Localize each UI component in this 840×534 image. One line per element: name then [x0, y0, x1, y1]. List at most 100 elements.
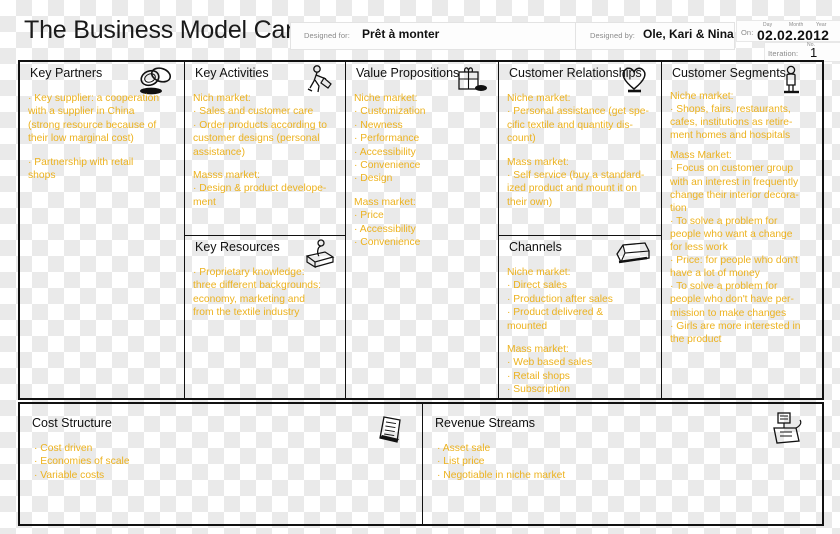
block-body-key-resources: · Proprietary knowledge: three different…: [193, 266, 339, 320]
text-line: people who want a change: [670, 228, 793, 240]
on-label: On:: [741, 28, 754, 37]
block-body-customer-segments: Niche market: · Shops, fairs, restaurant…: [670, 90, 816, 346]
text-line: · Web based sales: [507, 357, 593, 369]
text-line: Mass market:: [354, 196, 416, 208]
block-title-key-resources: Key Resources: [195, 240, 280, 254]
text-line: · Newness: [354, 119, 403, 131]
text-line: cific textile and quantity dis-: [507, 119, 633, 131]
text-line: for less work: [670, 242, 728, 254]
block-body-channels: Niche market: · Direct sales · Productio…: [507, 266, 655, 397]
block-body-key-partners: · Key supplier: a cooperation with a sup…: [28, 92, 178, 182]
block-key-partners[interactable]: Key Partners · Key supplier: a cooperati…: [20, 62, 184, 398]
text-line: · Variable costs: [34, 469, 105, 481]
text-line: · Shops, fairs, restaurants,: [670, 104, 791, 116]
text-line: · Order products according to: [193, 119, 327, 131]
block-customer-relationships[interactable]: Customer Relationships Niche market: · P…: [499, 62, 661, 235]
text-line: · Price: for people who don't: [670, 255, 798, 267]
date-value: 02.02.2012: [757, 27, 830, 43]
text-line: · Accessibility: [354, 146, 416, 158]
designed-for-value: Prêt à monter: [362, 27, 440, 41]
text-line: ment: [193, 196, 216, 208]
block-body-customer-relationships: Niche market: · Personal assistance (get…: [507, 92, 655, 209]
text-line: · Partnership with retail: [28, 156, 134, 168]
invoice-sheet-icon: [368, 412, 410, 444]
block-title-key-partners: Key Partners: [30, 66, 103, 80]
cash-register-icon: [766, 410, 808, 444]
text-line: · Proprietary knowledge:: [193, 267, 305, 278]
text-line: · Product delivered &: [507, 307, 604, 319]
text-line: · To solve a problem for: [670, 281, 778, 293]
text-line: · Convenience: [354, 237, 421, 249]
text-line: · Direct sales: [507, 280, 568, 292]
text-line: have a lot of money: [670, 268, 760, 280]
text-line: mounted: [507, 320, 548, 332]
text-line: · To solve a problem for: [670, 215, 778, 227]
text-line: · Accessibility: [354, 223, 416, 235]
iteration-label: Iteration:: [768, 49, 799, 58]
text-line: · Customization: [354, 106, 426, 118]
block-title-channels: Channels: [509, 240, 562, 254]
block-value-propositions[interactable]: Value Propositions Niche market: · Custo…: [346, 62, 498, 398]
text-line: with an interest in frequently: [670, 176, 799, 188]
block-key-activities[interactable]: Key Activities Nich market: · Sales and …: [185, 62, 345, 235]
text-line: · Focus on customer group: [670, 163, 794, 175]
block-title-customer-segments: Customer Segments: [672, 66, 786, 80]
text-line: · Design: [354, 173, 393, 185]
text-line: people who don't have per-: [670, 294, 794, 306]
canvas-grid-top: Key Partners · Key supplier: a cooperati…: [18, 60, 824, 400]
text-line: (strong resource because of: [28, 119, 157, 131]
block-body-revenue-streams: · Asset sale · List price · Negotiable i…: [437, 442, 565, 482]
block-cost-structure[interactable]: Cost Structure · Cost driven · Economies…: [20, 404, 422, 524]
text-line: · Asset sale: [437, 443, 491, 454]
text-line: cafes, institutions as retire-: [670, 117, 793, 129]
text-line: ized product and mount it on: [507, 183, 637, 195]
text-line: Mass Market:: [670, 150, 732, 162]
text-line: Mass market:: [507, 156, 569, 168]
text-line: · List price: [437, 456, 485, 468]
designed-for-label: Designed for:: [304, 31, 350, 40]
text-line: · Convenience: [354, 160, 421, 172]
text-line: Nich market:: [193, 93, 251, 104]
text-line: ment homes and hospitals: [670, 130, 791, 142]
block-title-cost-structure: Cost Structure: [32, 416, 112, 430]
block-key-resources[interactable]: Key Resources · Proprietary knowledge: t…: [185, 236, 345, 398]
text-line: assistance): [193, 146, 246, 158]
text-line: · Price: [354, 210, 384, 222]
block-body-key-activities: Nich market: · Sales and customer care ·…: [193, 92, 339, 209]
text-line: from the textile industry: [193, 307, 300, 319]
text-line: with a supplier in China: [28, 106, 135, 118]
text-line: · Self service (buy a standard-: [507, 170, 645, 182]
designed-by-value: Ole, Kari & Nina: [643, 27, 734, 41]
text-line: Niche market:: [507, 93, 571, 104]
text-line: Masss market:: [193, 170, 260, 182]
text-line: · Subscription: [507, 384, 570, 396]
text-line: shops: [28, 170, 56, 182]
block-title-value-propositions: Value Propositions: [356, 66, 460, 80]
text-line: their own): [507, 196, 553, 208]
text-line: · Retail shops: [507, 370, 570, 382]
text-line: · Girls are more interested in: [670, 320, 801, 332]
text-line: tion: [670, 202, 687, 214]
canvas-grid-bottom: Cost Structure · Cost driven · Economies…: [18, 402, 824, 526]
block-body-value-propositions: Niche market: · Customization · Newness …: [354, 92, 492, 249]
text-line: · Personal assistance (get spe-: [507, 106, 649, 118]
business-model-canvas: The Business Model Canvas Designed for: …: [0, 0, 840, 534]
text-line: change their interior decora-: [670, 189, 799, 201]
designed-by-label: Designed by:: [590, 31, 635, 40]
text-line: the product: [670, 333, 722, 345]
block-customer-segments[interactable]: Customer Segments Niche market: · Shops,…: [662, 62, 822, 398]
text-line: Mass market:: [507, 344, 569, 356]
text-line: · Cost driven: [34, 443, 93, 454]
text-line: customer designs (personal: [193, 133, 320, 145]
block-body-cost-structure: · Cost driven · Economies of scale · Var…: [34, 442, 130, 482]
block-channels[interactable]: Channels Niche market: · Direct sales · …: [499, 236, 661, 398]
text-line: · Sales and customer care: [193, 106, 314, 118]
text-line: Niche market:: [354, 93, 418, 104]
text-line: count): [507, 133, 536, 145]
text-line: · Negotiable in niche market: [437, 469, 566, 481]
block-revenue-streams[interactable]: Revenue Streams · Asset sale · List pric…: [423, 404, 822, 524]
text-line: · Design & product develope-: [193, 183, 327, 195]
block-title-revenue-streams: Revenue Streams: [435, 416, 536, 430]
iteration-value: 1: [810, 45, 818, 60]
canvas-header: The Business Model Canvas Designed for: …: [18, 6, 840, 62]
